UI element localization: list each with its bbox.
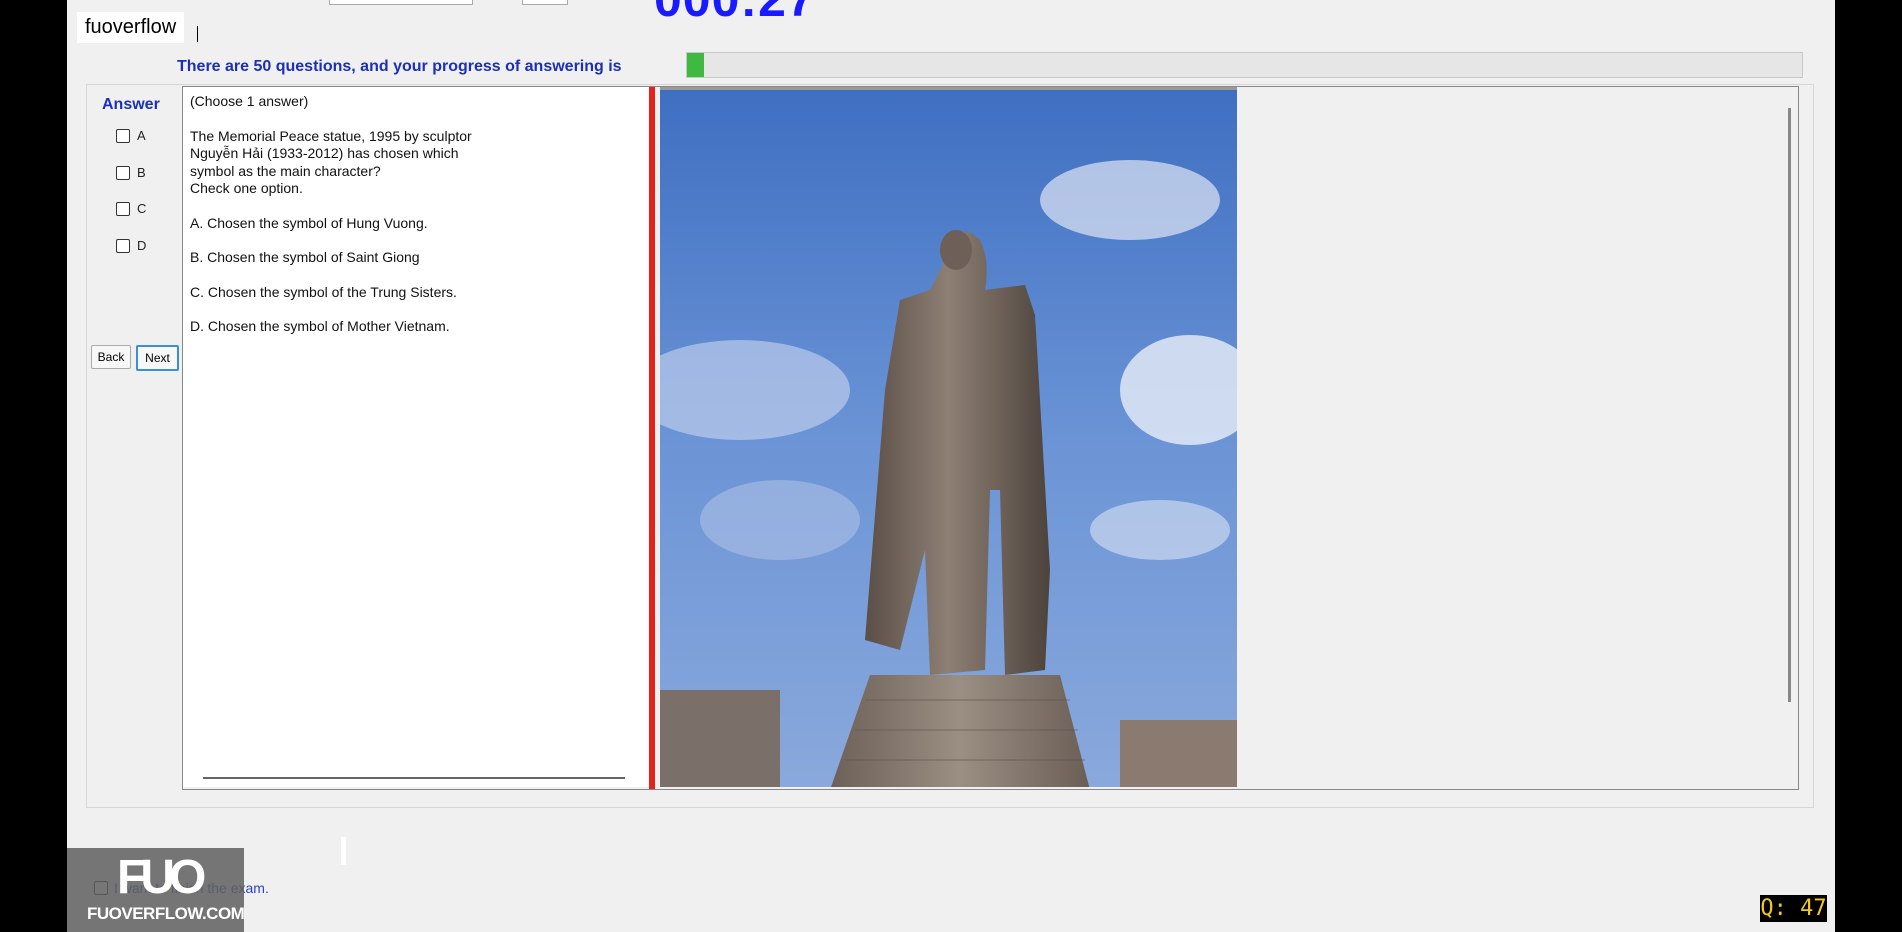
top-combobox[interactable] xyxy=(329,0,473,5)
splitter-divider[interactable] xyxy=(649,87,655,789)
option-c-label: C xyxy=(137,201,147,216)
option-b-checkbox[interactable]: B xyxy=(116,165,146,180)
text-cursor xyxy=(197,26,198,42)
answer-label: Answer xyxy=(102,96,160,113)
answer-choice-d: D. Chosen the symbol of Mother Vietnam. xyxy=(190,318,450,334)
question-counter: Q: 47 xyxy=(1760,895,1827,922)
option-a-checkbox[interactable]: A xyxy=(116,128,146,143)
question-stem-line: Check one option. xyxy=(190,180,303,196)
answer-choice-b: B. Chosen the symbol of Saint Giong xyxy=(190,249,420,265)
progress-text: There are 50 questions, and your progres… xyxy=(177,58,622,75)
progress-bar xyxy=(686,52,1803,78)
question-stem-line: The Memorial Peace statue, 1995 by sculp… xyxy=(190,127,472,144)
input-caret-field[interactable] xyxy=(341,837,346,865)
option-a-label: A xyxy=(137,128,146,143)
option-d-checkbox[interactable]: D xyxy=(116,238,146,253)
brand-label: fuoverflow xyxy=(77,12,185,43)
checkbox-icon[interactable] xyxy=(116,238,130,253)
checkbox-icon[interactable] xyxy=(116,165,130,180)
answer-choice-c: C. Chosen the symbol of the Trung Sister… xyxy=(190,283,457,300)
top-small-control[interactable] xyxy=(522,0,568,5)
vertical-scrollbar[interactable] xyxy=(1788,108,1791,702)
answer-choice-a: A. Chosen the symbol of Hung Vuong. xyxy=(190,214,428,231)
question-stem-line: symbol as the main character? xyxy=(190,162,381,179)
next-button[interactable]: Next xyxy=(136,345,179,371)
option-b-label: B xyxy=(137,165,146,180)
option-d-label: D xyxy=(137,238,147,253)
question-pane: (Choose 1 answer) The Memorial Peace sta… xyxy=(183,87,649,787)
question-instruction: (Choose 1 answer) xyxy=(190,93,309,109)
fuoverflow-logo: FUO FUOVERFLOW.COM xyxy=(67,848,245,932)
horizontal-scrollbar[interactable] xyxy=(203,777,625,779)
question-stem: The Memorial Peace statue, 1995 by sculp… xyxy=(190,128,630,198)
logo-text: FUOVERFLOW.COM xyxy=(87,904,245,923)
back-button[interactable]: Back xyxy=(91,345,131,369)
exam-timer: 000:27 xyxy=(654,0,816,28)
exam-window: 000:27 fuoverflow There are 50 questions… xyxy=(67,0,1835,932)
option-c-checkbox[interactable]: C xyxy=(116,201,146,216)
logo-mark: FUO xyxy=(117,851,206,904)
progress-fill xyxy=(687,53,704,77)
checkbox-icon[interactable] xyxy=(116,128,130,143)
checkbox-icon[interactable] xyxy=(116,201,130,216)
question-image xyxy=(660,87,1237,787)
question-stem-line: Nguyễn Hải (1933-2012) has chosen which xyxy=(190,145,459,161)
